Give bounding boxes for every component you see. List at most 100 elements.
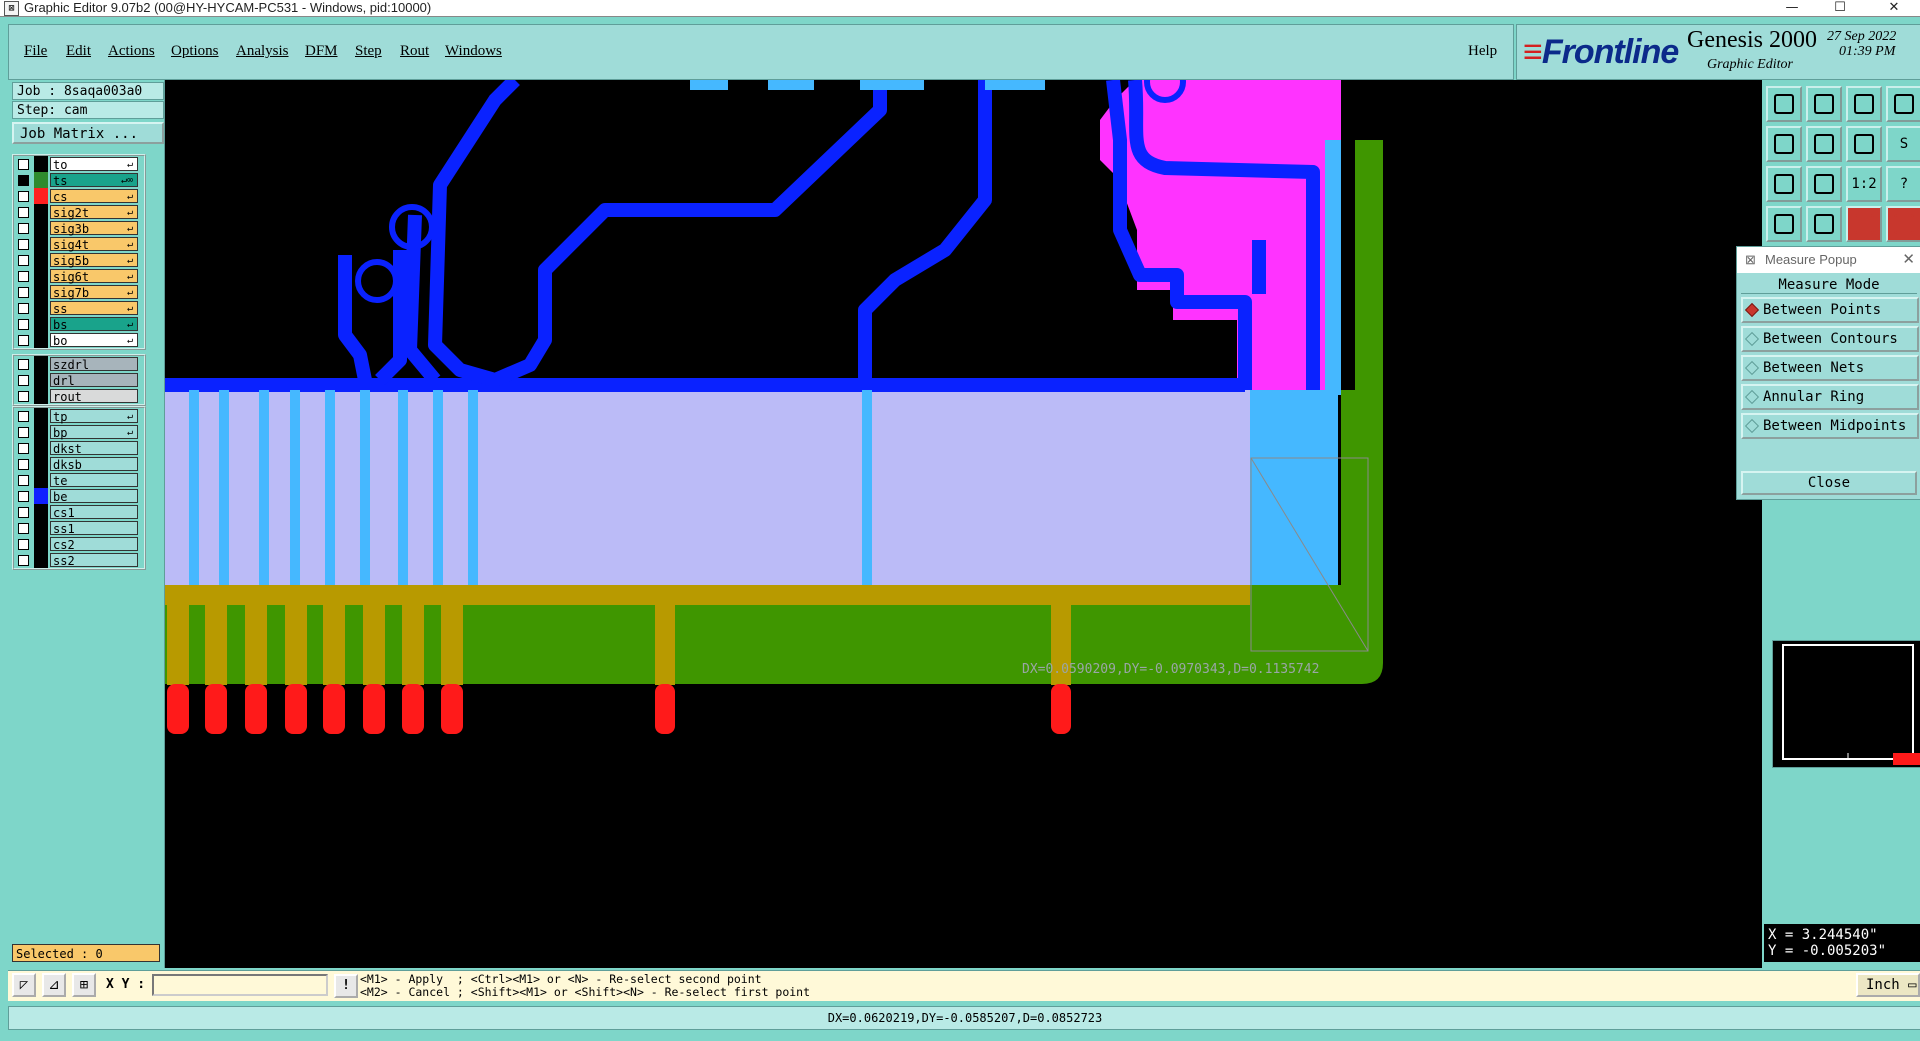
layer-row-sig6t[interactable]: sig6t ↵ [14,268,144,284]
layer-name[interactable]: tp ↵ [50,409,138,424]
layer-row-dkst[interactable]: dkst [14,440,144,456]
redraw-icon[interactable] [1846,126,1882,162]
layer-color-swatch[interactable] [34,424,48,440]
layer-checkbox[interactable] [18,175,29,186]
layer-name[interactable]: ts ↵∞ [50,173,138,188]
layer-name[interactable]: bo ↵ [50,333,138,348]
scale-icon[interactable]: 1:2 [1846,166,1882,202]
layer-row-tp[interactable]: tp ↵ [14,408,144,424]
layer-checkbox[interactable] [18,239,29,250]
layer-checkbox[interactable] [18,207,29,218]
measure-option-between-contours[interactable]: Between Contours [1741,326,1919,352]
layer-row-bs[interactable]: bs ↵ [14,316,144,332]
layer-name[interactable]: sig2t ↵ [50,205,138,220]
menu-actions[interactable]: Actions [108,43,155,60]
layer-name[interactable]: sig7b ↵ [50,285,138,300]
pan-right-icon[interactable] [1806,126,1842,162]
measure-option-between-nets[interactable]: Between Nets [1741,355,1919,381]
measure-icon[interactable] [1766,206,1802,242]
snap-icon[interactable]: S [1886,126,1920,162]
center-icon[interactable] [1806,166,1842,202]
frame-icon[interactable] [1886,86,1920,122]
layer-color-swatch[interactable] [34,408,48,424]
layer-color-swatch[interactable] [34,552,48,568]
menu-options[interactable]: Options [171,43,219,60]
layer-color-swatch[interactable] [34,252,48,268]
layer-name[interactable]: sig4t ↵ [50,237,138,252]
layer-color-swatch[interactable] [34,268,48,284]
layer-checkbox[interactable] [18,539,29,550]
layer-checkbox[interactable] [18,391,29,402]
help-icon[interactable]: ? [1886,166,1920,202]
layer-color-swatch[interactable] [34,204,48,220]
fit-icon[interactable] [1766,166,1802,202]
layer-name[interactable]: ss ↵ [50,301,138,316]
layer-row-dksb[interactable]: dksb [14,456,144,472]
layer-checkbox[interactable] [18,523,29,534]
menu-dfm[interactable]: DFM [305,43,338,60]
layer-checkbox[interactable] [18,375,29,386]
layer-checkbox[interactable] [18,303,29,314]
menu-windows[interactable]: Windows [445,43,502,60]
layer-name[interactable]: bs ↵ [50,317,138,332]
layer-color-swatch[interactable] [34,488,48,504]
layer-row-ss1[interactable]: ss1 [14,520,144,536]
layer-row-rout[interactable]: rout [14,388,144,404]
zoom-back-icon[interactable] [1806,86,1842,122]
layer-name[interactable]: ss1 [50,521,138,536]
layer-row-szdrl[interactable]: szdrl [14,356,144,372]
measure-option-between-points[interactable]: Between Points [1741,297,1919,323]
layer-color-swatch[interactable] [34,332,48,348]
unit-selector[interactable]: Inch ▭ [1856,973,1920,997]
layer-checkbox[interactable] [18,191,29,202]
layer-color-swatch[interactable] [34,356,48,372]
layer-checkbox[interactable] [18,443,29,454]
layer-checkbox[interactable] [18,159,29,170]
netlist-icon[interactable] [1846,206,1882,242]
menu-file[interactable]: File [24,43,47,60]
layer-name[interactable]: drl [50,373,138,388]
layer-color-swatch[interactable] [34,388,48,404]
layer-row-sig2t[interactable]: sig2t ↵ [14,204,144,220]
layer-name[interactable]: cs2 [50,537,138,552]
layer-name[interactable]: bp ↵ [50,425,138,440]
measure-close-button[interactable]: Close [1741,471,1917,495]
layer-checkbox[interactable] [18,359,29,370]
menu-help[interactable]: Help [1468,43,1497,60]
layer-row-sig5b[interactable]: sig5b ↵ [14,252,144,268]
layer-name[interactable]: dkst [50,441,138,456]
pan-left-icon[interactable] [1766,126,1802,162]
layer-checkbox[interactable] [18,319,29,330]
layer-color-swatch[interactable] [34,520,48,536]
layer-checkbox[interactable] [18,459,29,470]
layer-checkbox[interactable] [18,255,29,266]
layer-row-cs2[interactable]: cs2 [14,536,144,552]
menu-analysis[interactable]: Analysis [236,43,289,60]
layer-color-swatch[interactable] [34,284,48,300]
layer-row-cs1[interactable]: cs1 [14,504,144,520]
measure-option-annular-ring[interactable]: Annular Ring [1741,384,1919,410]
zoom-home-icon[interactable] [1766,86,1802,122]
layer-row-be[interactable]: be [14,488,144,504]
layer-checkbox[interactable] [18,491,29,502]
menu-step[interactable]: Step [355,43,382,60]
layer-color-swatch[interactable] [34,472,48,488]
layer-checkbox[interactable] [18,411,29,422]
layer-color-swatch[interactable] [34,172,48,188]
layer-row-bo[interactable]: bo ↵ [14,332,144,348]
layer-checkbox[interactable] [18,223,29,234]
layer-row-bp[interactable]: bp ↵ [14,424,144,440]
layer-row-ss[interactable]: ss ↵ [14,300,144,316]
grid-icon[interactable] [1806,206,1842,242]
layer-row-cs[interactable]: cs ↵ [14,188,144,204]
layer-color-swatch[interactable] [34,156,48,172]
menu-rout[interactable]: Rout [400,43,429,60]
layer-checkbox[interactable] [18,555,29,566]
layer-color-swatch[interactable] [34,236,48,252]
overview-window[interactable] [1772,640,1920,768]
graphic-canvas[interactable]: DX=0.0590209,DY=-0.0970343,D=0.1135742 [165,80,1762,968]
popup-close-icon[interactable]: ✕ [1902,247,1915,273]
layer-row-te[interactable]: te [14,472,144,488]
layer-row-ts[interactable]: ts ↵∞ [14,172,144,188]
execute-button[interactable]: ! [334,974,358,998]
